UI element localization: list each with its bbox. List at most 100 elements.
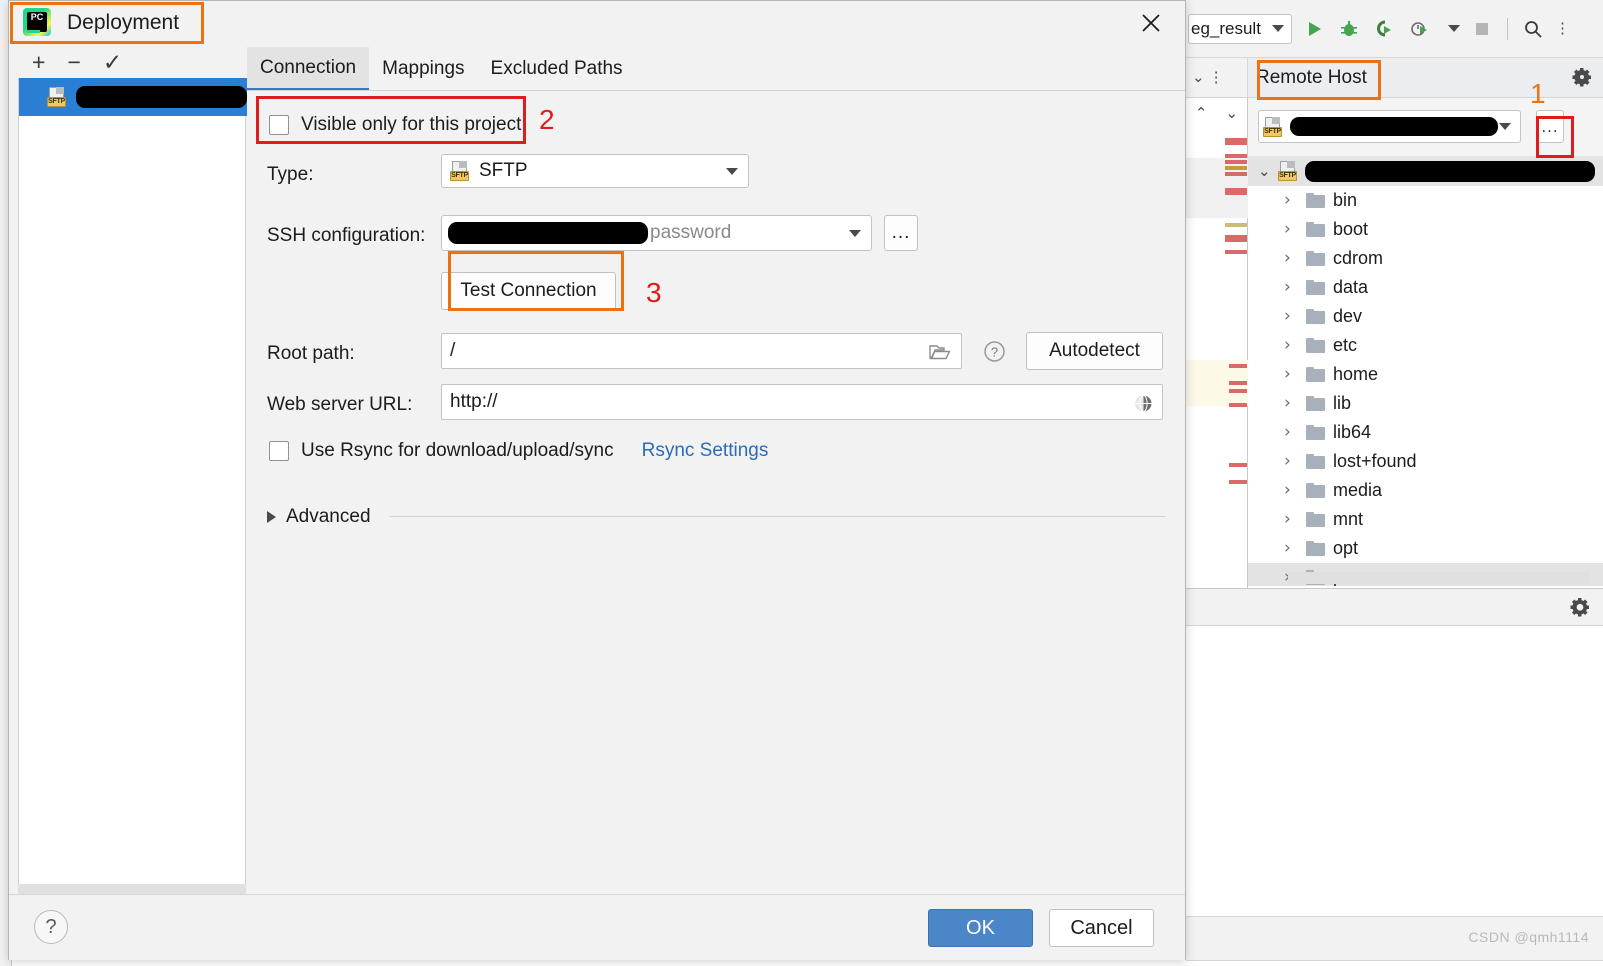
dialog-title: Deployment — [67, 11, 180, 34]
run-icon[interactable] — [1301, 16, 1327, 42]
visible-only-checkbox[interactable] — [269, 115, 289, 135]
type-label: Type: — [267, 164, 314, 185]
chevron-down-icon[interactable]: ⌄ — [1226, 106, 1239, 121]
chevron-right-icon[interactable]: › — [1284, 395, 1298, 412]
rsync-checkbox[interactable] — [269, 441, 289, 461]
chevron-right-icon[interactable]: › — [1284, 511, 1298, 528]
remote-host-selector[interactable]: SFTP — [1258, 110, 1521, 143]
help-icon[interactable]: ? — [983, 340, 1006, 368]
profile-dropdown-icon[interactable] — [1448, 25, 1460, 32]
tree-item[interactable]: › boot — [1248, 215, 1603, 244]
tree-root-item[interactable]: ⌄ SFTP — [1248, 156, 1603, 186]
tree-item[interactable]: › cdrom — [1248, 244, 1603, 273]
tab-mappings[interactable]: Mappings — [369, 47, 477, 91]
web-url-input[interactable]: http:// — [441, 384, 1163, 420]
gear-icon[interactable] — [1569, 596, 1591, 623]
tab-connection[interactable]: Connection — [247, 47, 370, 91]
tab-excluded-paths[interactable]: Excluded Paths — [478, 47, 636, 91]
error-stripe[interactable] — [1225, 235, 1247, 242]
error-stripe[interactable] — [1225, 138, 1247, 145]
tree-horizontal-scrollbar[interactable] — [1288, 572, 1590, 584]
run-with-coverage-icon[interactable] — [1371, 16, 1397, 42]
error-stripe[interactable] — [1225, 154, 1247, 158]
advanced-section-row[interactable]: Advanced — [267, 506, 371, 528]
error-stripe[interactable] — [1225, 223, 1247, 227]
error-stripe[interactable] — [1229, 364, 1247, 368]
chevron-right-icon[interactable]: › — [1284, 221, 1298, 238]
chevron-right-icon[interactable]: › — [1284, 482, 1298, 499]
kebab-icon[interactable]: ⋮ — [1209, 70, 1224, 85]
root-path-input[interactable]: / — [441, 333, 962, 369]
error-stripe[interactable] — [1229, 389, 1247, 393]
type-combo[interactable]: SFTP SFTP — [441, 154, 749, 188]
test-connection-button[interactable]: Test Connection — [441, 272, 616, 310]
error-stripe[interactable] — [1229, 381, 1247, 385]
gear-icon[interactable] — [1571, 66, 1593, 93]
error-stripe[interactable] — [1225, 250, 1247, 254]
tree-item-label: lib64 — [1333, 422, 1372, 442]
help-button[interactable]: ? — [34, 910, 68, 944]
error-stripe[interactable] — [1225, 160, 1247, 164]
tree-item[interactable]: › home — [1248, 360, 1603, 389]
chevron-right-icon[interactable]: › — [1284, 250, 1298, 267]
add-server-button[interactable]: + — [32, 51, 45, 74]
error-stripe[interactable] — [1225, 172, 1247, 176]
chevron-right-icon[interactable]: › — [1284, 366, 1298, 383]
chevron-right-icon[interactable]: › — [1284, 540, 1298, 557]
chevron-down-icon — [1272, 25, 1284, 32]
use-as-default-button[interactable]: ✓ — [103, 51, 122, 74]
ssh-config-browse-button[interactable]: ... — [884, 215, 918, 251]
chevron-right-icon[interactable]: › — [1284, 308, 1298, 325]
tree-item[interactable]: › media — [1248, 476, 1603, 505]
tree-item-label: boot — [1333, 219, 1369, 239]
globe-icon[interactable] — [1134, 394, 1153, 419]
rsync-settings-link[interactable]: Rsync Settings — [642, 440, 769, 462]
search-icon[interactable] — [1520, 16, 1546, 42]
tree-item[interactable]: › lost+found — [1248, 447, 1603, 476]
folder-icon — [1306, 396, 1325, 411]
chevron-down-icon[interactable]: ⌄ — [1258, 163, 1272, 179]
error-stripe[interactable] — [1225, 166, 1247, 170]
tree-item[interactable]: › mnt — [1248, 505, 1603, 534]
error-stripe[interactable] — [1229, 403, 1247, 407]
tree-item[interactable]: › lib — [1248, 389, 1603, 418]
chevron-right-icon[interactable]: › — [1284, 424, 1298, 441]
remove-server-button[interactable]: − — [67, 51, 80, 74]
error-stripe[interactable] — [1229, 480, 1247, 484]
chevron-down-icon[interactable]: ⌄ — [1192, 70, 1205, 85]
tree-item[interactable]: › dev — [1248, 302, 1603, 331]
tree-item[interactable]: › data — [1248, 273, 1603, 302]
chevron-right-icon[interactable]: › — [1284, 453, 1298, 470]
advanced-divider — [390, 516, 1166, 517]
web-url-label: Web server URL: — [267, 394, 413, 415]
root-path-value: / — [450, 340, 456, 361]
kebab-icon[interactable]: ⋮ — [1555, 21, 1570, 36]
sftp-icon: SFTP — [1278, 161, 1299, 181]
remote-host-browse-button[interactable]: ... — [1536, 110, 1564, 143]
chevron-right-icon[interactable]: › — [1284, 279, 1298, 296]
tree-item[interactable]: › etc — [1248, 331, 1603, 360]
chevron-right-icon[interactable]: › — [1284, 337, 1298, 354]
tree-item[interactable]: › lib64 — [1248, 418, 1603, 447]
autodetect-button[interactable]: Autodetect — [1026, 332, 1163, 370]
tree-item-label: opt — [1333, 538, 1359, 558]
tree-item-label: cdrom — [1333, 248, 1384, 268]
server-list-item[interactable]: SFTP — [19, 78, 247, 116]
tree-item[interactable]: › bin — [1248, 186, 1603, 215]
error-stripe[interactable] — [1229, 463, 1247, 467]
tree-item[interactable]: › opt — [1248, 534, 1603, 563]
debug-icon[interactable] — [1336, 16, 1362, 42]
ok-button[interactable]: OK — [928, 909, 1033, 947]
profile-icon[interactable] — [1406, 16, 1432, 42]
run-configuration-selector[interactable]: eg_result — [1188, 13, 1292, 44]
chevron-up-icon[interactable]: ⌃ — [1195, 106, 1208, 121]
ssh-config-combo[interactable]: password — [441, 215, 872, 251]
chevron-right-icon[interactable]: › — [1284, 192, 1298, 209]
editor-nav-arrows: ⌃ ⌄ — [1186, 98, 1247, 128]
sftp-icon: SFTP — [450, 161, 471, 181]
web-url-label-row: Web server URL: — [267, 394, 412, 416]
folder-open-icon[interactable] — [929, 343, 951, 367]
error-stripe[interactable] — [1225, 188, 1247, 195]
close-icon[interactable] — [1133, 5, 1169, 41]
cancel-button[interactable]: Cancel — [1049, 909, 1154, 947]
